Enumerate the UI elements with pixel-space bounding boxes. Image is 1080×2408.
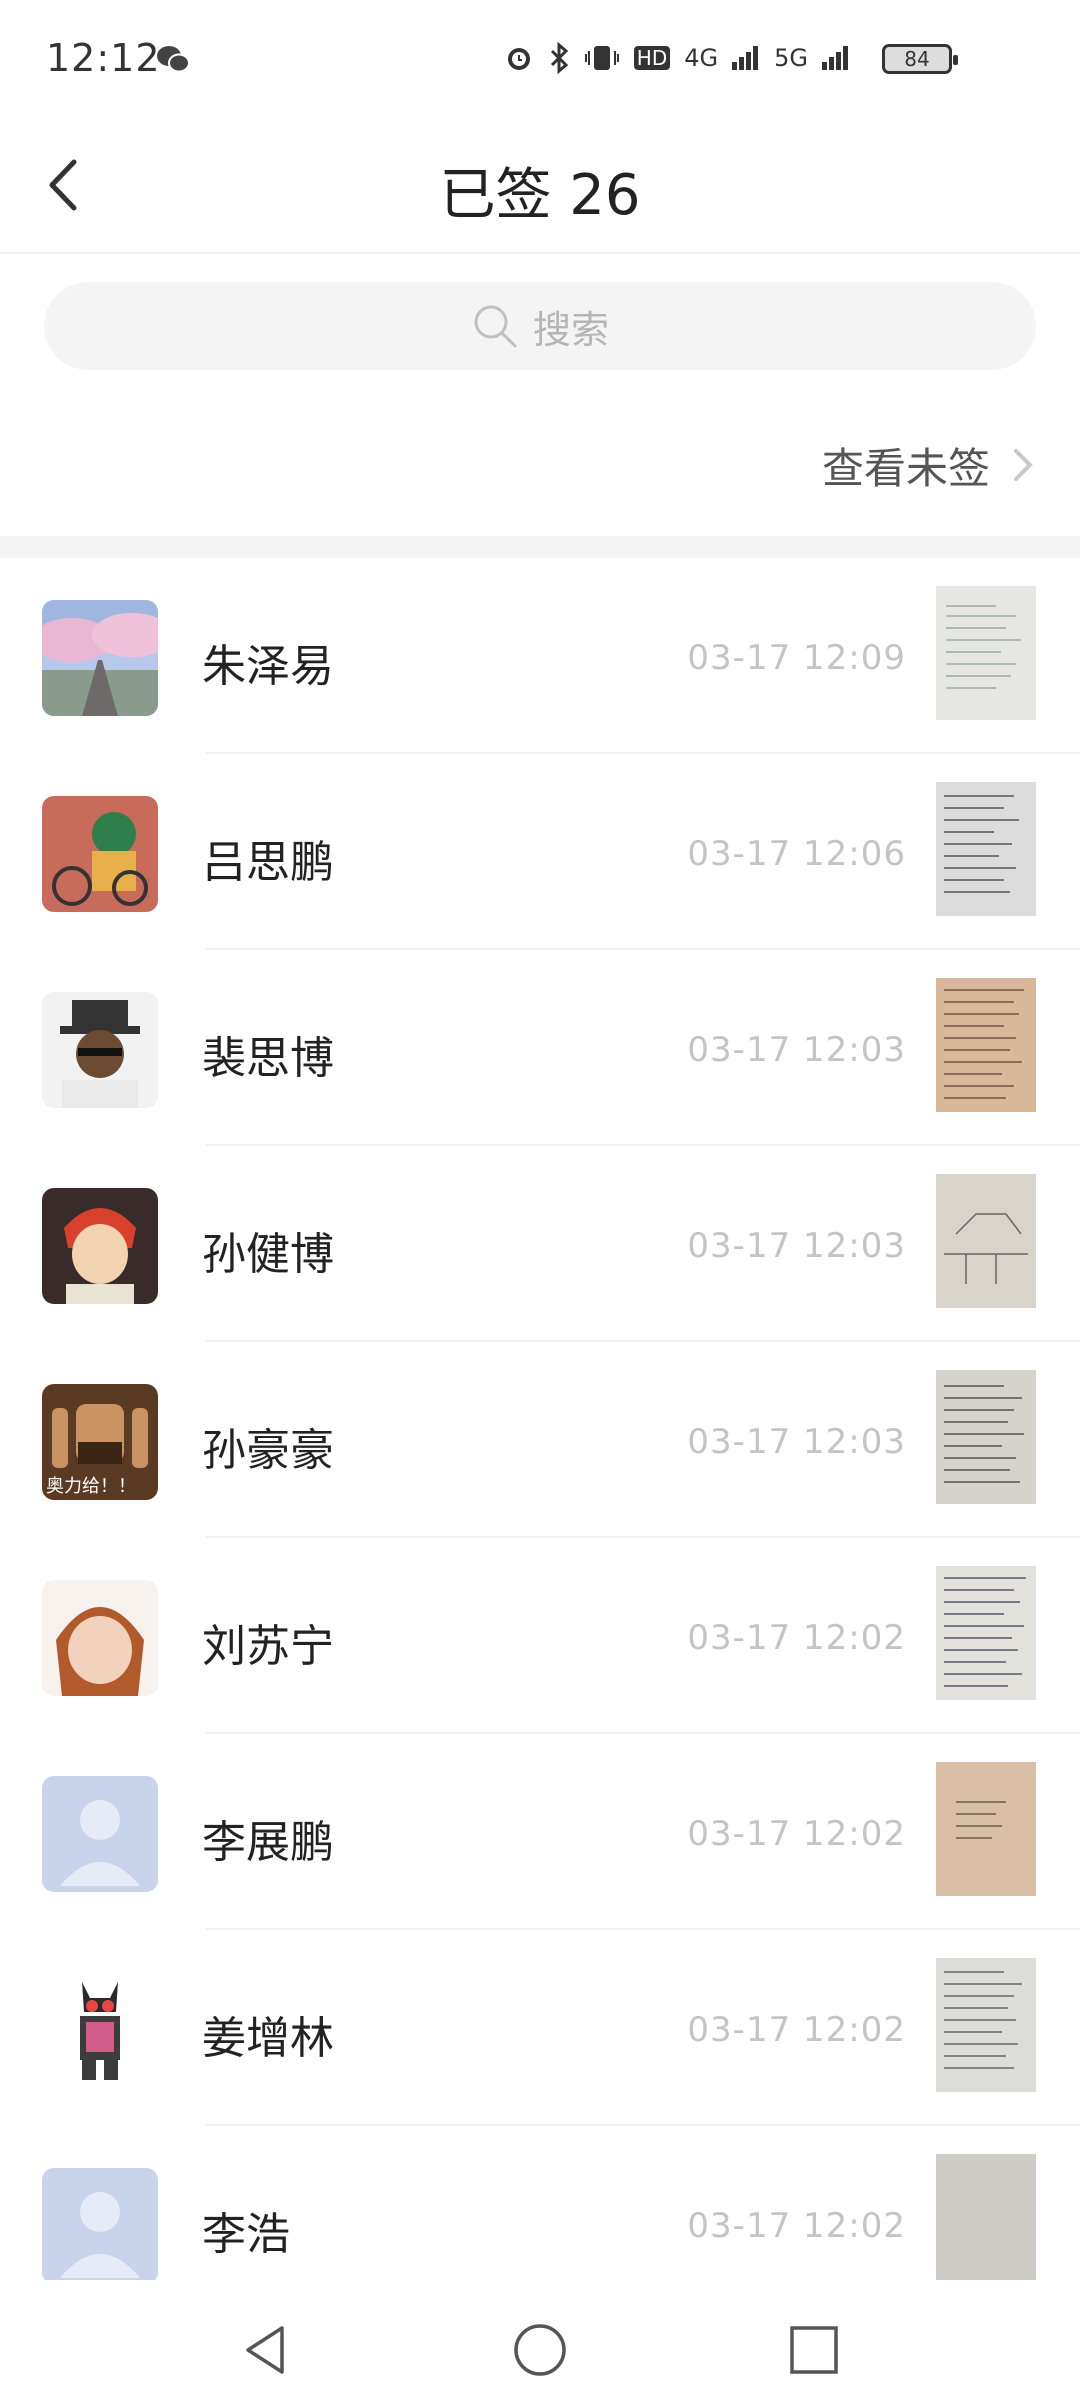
sign-time: 03-17 12:02 — [687, 2206, 906, 2246]
network-4g-label: 4G — [684, 44, 719, 72]
submission-thumbnail[interactable] — [936, 978, 1036, 1112]
search-input[interactable]: 搜索 — [44, 282, 1036, 370]
list-item[interactable]: 裴思博 03-17 12:03 — [0, 950, 1080, 1146]
member-name: 李展鹏 — [202, 1817, 334, 1868]
sign-time: 03-17 12:03 — [687, 1422, 906, 1462]
avatar-caption: 奥力给！！ — [46, 1476, 136, 1497]
submission-thumbnail[interactable] — [936, 1762, 1036, 1896]
top-hat-man-avatar — [42, 992, 158, 1108]
view-unsigned-label: 查看未签 — [821, 443, 990, 493]
member-name: 孙豪豪 — [202, 1425, 334, 1476]
default-person-avatar — [42, 2168, 158, 2284]
vibrate-icon — [584, 46, 619, 70]
sign-time: 03-17 12:02 — [687, 1814, 906, 1854]
view-unsigned-link[interactable]: 查看未签 — [822, 430, 1038, 500]
anime-redhead-avatar — [42, 1188, 158, 1304]
sign-time: 03-17 12:06 — [687, 834, 906, 874]
submission-thumbnail[interactable] — [936, 782, 1036, 916]
wechat-icon — [157, 46, 190, 73]
baby-hood-avatar — [42, 1580, 158, 1696]
bluetooth-icon — [550, 42, 569, 74]
list-item[interactable]: 朱泽易 03-17 12:09 — [0, 558, 1080, 754]
default-person-avatar — [42, 1776, 158, 1892]
system-nav-bar — [0, 2280, 1080, 2408]
nav-back-icon[interactable] — [236, 2320, 296, 2380]
submission-thumbnail[interactable] — [936, 1174, 1036, 1308]
member-name: 刘苏宁 — [202, 1621, 334, 1672]
member-name: 李浩 — [202, 2209, 290, 2260]
chevron-right-icon — [1014, 449, 1033, 481]
battery-indicator: 84 — [882, 44, 958, 74]
list-item[interactable]: 孙健博 03-17 12:03 — [0, 1146, 1080, 1342]
cartoon-rider-avatar — [42, 796, 158, 912]
member-name: 朱泽易 — [202, 641, 334, 692]
sign-time: 03-17 12:02 — [687, 1618, 906, 1658]
sign-time: 03-17 12:09 — [687, 638, 906, 678]
sign-time: 03-17 12:03 — [687, 1226, 906, 1266]
section-divider — [0, 536, 1080, 558]
member-name: 吕思鹏 — [202, 837, 334, 888]
hd-label: HD — [633, 46, 671, 70]
sign-time: 03-17 12:02 — [687, 2010, 906, 2050]
submission-thumbnail[interactable] — [936, 586, 1036, 720]
submission-thumbnail[interactable] — [936, 2154, 1036, 2288]
battery-level: 84 — [904, 47, 930, 71]
search-placeholder: 搜索 — [532, 307, 609, 352]
signal-icon — [822, 46, 848, 70]
network-5g-label: 5G — [774, 44, 808, 72]
nav-home-icon[interactable] — [510, 2320, 570, 2380]
header-bar: 已签 26 — [0, 120, 1080, 254]
status-icons: HD 4G 5G — [504, 42, 850, 74]
list-item[interactable]: 奥力给！！ 孙豪豪 03-17 12:03 — [0, 1342, 1080, 1538]
list-item[interactable]: 姜增林 03-17 12:02 — [0, 1930, 1080, 2126]
page-title: 已签 26 — [439, 163, 641, 228]
member-name: 姜增林 — [202, 2013, 334, 2064]
member-name: 孙健博 — [202, 1229, 334, 1280]
submission-thumbnail[interactable] — [936, 1566, 1036, 1700]
masked-hero-avatar — [42, 1972, 158, 2088]
sign-time: 03-17 12:03 — [687, 1030, 906, 1070]
cartoon-bearded-avatar: 奥力给！！ — [42, 1384, 158, 1500]
submission-thumbnail[interactable] — [936, 1958, 1036, 2092]
submission-thumbnail[interactable] — [936, 1370, 1036, 1504]
list-item[interactable]: 刘苏宁 03-17 12:02 — [0, 1538, 1080, 1734]
list-item[interactable]: 吕思鹏 03-17 12:06 — [0, 754, 1080, 950]
list-item[interactable]: 李展鹏 03-17 12:02 — [0, 1734, 1080, 1930]
alarm-icon — [507, 48, 530, 70]
cherry-blossom-avatar — [42, 600, 158, 716]
status-bar: 12:12 HD 4G 5G 84 — [0, 0, 1080, 120]
signal-icon — [732, 46, 759, 70]
member-name: 裴思博 — [202, 1033, 334, 1084]
search-icon — [474, 305, 517, 348]
signed-list: 朱泽易 03-17 12:09 吕思鹏 03-17 12:06 裴思博 03-1… — [0, 558, 1080, 2322]
nav-recents-icon[interactable] — [784, 2320, 844, 2380]
